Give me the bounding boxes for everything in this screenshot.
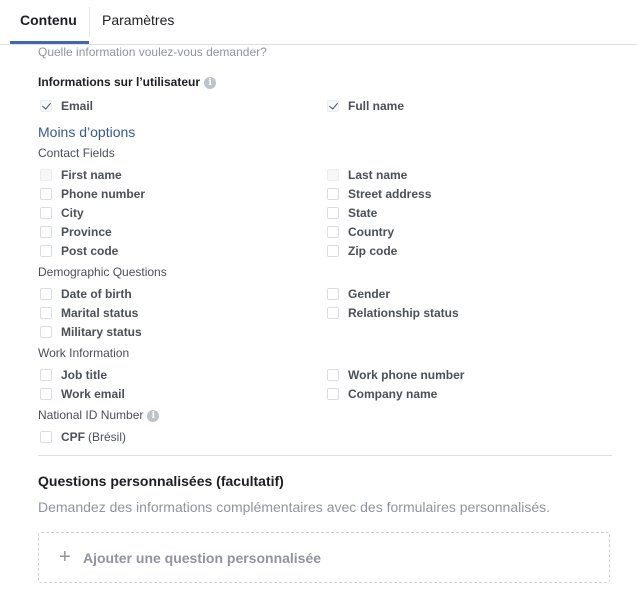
checkbox[interactable] xyxy=(327,188,339,200)
checkbox-label: First name xyxy=(61,168,122,182)
user-info-title: Informations sur l’utilisateur xyxy=(38,75,201,89)
checkbox[interactable] xyxy=(40,369,52,381)
checkbox-gender[interactable]: Gender xyxy=(327,286,390,302)
checkbox[interactable] xyxy=(327,226,339,238)
checkbox-post-code[interactable]: Post code xyxy=(40,243,118,259)
checkbox-province[interactable]: Province xyxy=(40,224,112,240)
checkbox[interactable] xyxy=(327,207,339,219)
section-divider xyxy=(38,455,612,456)
email-checkbox[interactable] xyxy=(40,100,52,112)
tab-parametres[interactable]: Paramètres xyxy=(102,10,174,30)
email-checkbox-row[interactable]: Email xyxy=(40,98,93,114)
checkbox[interactable] xyxy=(327,245,339,257)
user-info-heading: Informations sur l’utilisateur i xyxy=(38,75,217,89)
tab-separator xyxy=(89,7,90,37)
checkbox-job-title[interactable]: Job title xyxy=(40,367,107,383)
checkbox-work-phone-number[interactable]: Work phone number xyxy=(327,367,464,383)
checkbox-first-name[interactable]: First name xyxy=(40,167,122,183)
checkbox[interactable] xyxy=(40,326,52,338)
info-icon[interactable]: i xyxy=(204,76,217,89)
checkbox[interactable] xyxy=(40,431,52,443)
checkmark-icon xyxy=(42,100,51,110)
checkbox[interactable] xyxy=(327,288,339,300)
checkbox-label: Marital status xyxy=(61,306,139,320)
contact-fields-heading: Contact Fields xyxy=(38,146,115,160)
checkbox[interactable] xyxy=(327,388,339,400)
checkbox-label: Military status xyxy=(61,325,142,339)
demographic-heading: Demographic Questions xyxy=(38,265,167,279)
checkbox-street-address[interactable]: Street address xyxy=(327,186,431,202)
checkbox[interactable] xyxy=(327,369,339,381)
checkbox[interactable] xyxy=(327,307,339,319)
checkbox-label: Last name xyxy=(348,168,408,182)
active-tab-indicator xyxy=(10,41,89,44)
checkbox[interactable] xyxy=(40,226,52,238)
checkbox-relationship-status[interactable]: Relationship status xyxy=(327,305,459,321)
checkbox-state[interactable]: State xyxy=(327,205,377,221)
cpf-label: CPF (Brésil) xyxy=(61,430,126,444)
checkbox-label: Post code xyxy=(61,244,119,258)
tab-contenu[interactable]: Contenu xyxy=(20,10,77,30)
checkbox-label: Work email xyxy=(61,387,125,401)
checkbox-label: Work phone number xyxy=(348,368,465,382)
checkbox-phone-number[interactable]: Phone number xyxy=(40,186,145,202)
add-custom-question-button[interactable]: + Ajouter une question personnalisée xyxy=(38,532,610,583)
checkbox-label: Company name xyxy=(348,387,438,401)
checkbox-label: Zip code xyxy=(348,244,398,258)
checkbox[interactable] xyxy=(40,288,52,300)
checkbox-zip-code[interactable]: Zip code xyxy=(327,243,397,259)
checkbox-work-email[interactable]: Work email xyxy=(40,386,125,402)
checkbox[interactable] xyxy=(40,207,52,219)
custom-questions-title: Questions personnalisées (facultatif) xyxy=(38,473,284,489)
national-id-title: National ID Number xyxy=(38,408,144,422)
add-custom-question-label: Ajouter une question personnalisée xyxy=(83,550,322,566)
checkbox-label: Relationship status xyxy=(348,306,459,320)
checkbox-label: Gender xyxy=(348,287,391,301)
less-options-link[interactable]: Moins d’options xyxy=(38,124,135,140)
checkbox[interactable] xyxy=(40,245,52,257)
national-id-heading: National ID Number i xyxy=(38,408,160,422)
checkbox[interactable] xyxy=(40,388,52,400)
checkbox[interactable] xyxy=(40,188,52,200)
checkbox-label: City xyxy=(61,206,84,220)
checkbox-date-of-birth[interactable]: Date of birth xyxy=(40,286,132,302)
plus-icon: + xyxy=(59,546,71,568)
checkbox-last-name[interactable]: Last name xyxy=(327,167,407,183)
email-label: Email xyxy=(61,99,94,113)
custom-questions-description: Demandez des informations complémentaire… xyxy=(38,499,551,515)
checkbox-label: Street address xyxy=(348,187,432,201)
info-icon[interactable]: i xyxy=(147,409,160,422)
cpf-name: CPF xyxy=(61,430,85,444)
checkbox-country[interactable]: Country xyxy=(327,224,394,240)
checkbox-company-name[interactable]: Company name xyxy=(327,386,437,402)
checkbox-city[interactable]: City xyxy=(40,205,84,221)
checkbox[interactable] xyxy=(40,307,52,319)
cpf-country: (Brésil) xyxy=(88,430,126,444)
tab-bar: Contenu Paramètres xyxy=(0,0,637,45)
checkbox[interactable] xyxy=(40,169,52,181)
checkbox-label: Job title xyxy=(61,368,108,382)
full-name-label: Full name xyxy=(348,99,405,113)
checkbox-military-status[interactable]: Military status xyxy=(40,324,142,340)
checkbox-label: Country xyxy=(348,225,394,239)
checkbox[interactable] xyxy=(327,169,339,181)
checkmark-icon xyxy=(329,100,338,110)
checkbox-label: Province xyxy=(61,225,112,239)
full-name-checkbox-row[interactable]: Full name xyxy=(327,98,404,114)
checkbox-label: Date of birth xyxy=(61,287,132,301)
work-info-heading: Work Information xyxy=(38,346,130,360)
checkbox-marital-status[interactable]: Marital status xyxy=(40,305,138,321)
checkbox-cpf[interactable]: CPF (Brésil) xyxy=(40,429,126,445)
question-prompt: Quelle information voulez-vous demander? xyxy=(38,45,267,59)
checkbox-label: State xyxy=(348,206,378,220)
full-name-checkbox[interactable] xyxy=(327,100,339,112)
checkbox-label: Phone number xyxy=(61,187,146,201)
